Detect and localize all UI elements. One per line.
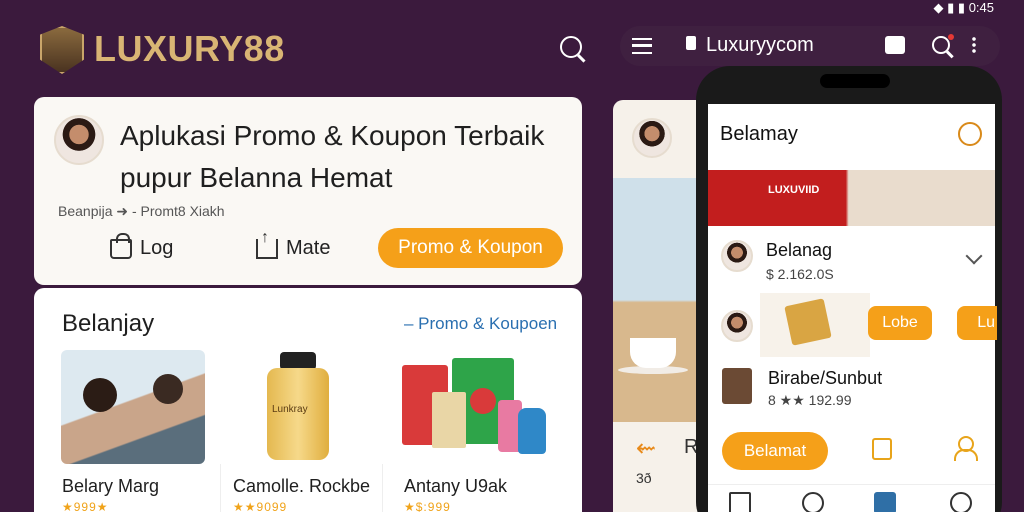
coffee-cup bbox=[630, 338, 676, 368]
list-item-name[interactable]: Belanag bbox=[766, 240, 832, 261]
hero-subtitle: Beanpija ➜ - Promt8 Xiakh bbox=[58, 203, 225, 219]
search-icon[interactable] bbox=[560, 36, 582, 58]
product-box-image bbox=[784, 298, 832, 346]
log-label: Log bbox=[140, 237, 174, 259]
coupon-icon[interactable] bbox=[872, 438, 892, 460]
bottle-label: Lunkray bbox=[272, 404, 308, 415]
hero-title-line2: pupur Belanna Hemat bbox=[120, 162, 393, 193]
product-rating: ★★9099 bbox=[233, 500, 288, 512]
promo-link[interactable]: – Promo & Koupoen bbox=[404, 314, 557, 334]
product-rating: ★999★ bbox=[62, 500, 109, 512]
phone-header-title: Belamay bbox=[720, 123, 798, 145]
more-options-icon[interactable] bbox=[972, 36, 976, 54]
product-name[interactable]: Belary Marg bbox=[62, 476, 159, 497]
mate-button[interactable]: Mate bbox=[256, 229, 331, 260]
home-icon[interactable] bbox=[729, 492, 751, 512]
share-upload-icon bbox=[256, 229, 278, 259]
list-item-price: 8 ★★ 192.99 bbox=[768, 392, 852, 408]
back-arrow-icon[interactable]: ⇜ bbox=[636, 434, 656, 463]
profile-icon[interactable] bbox=[954, 436, 978, 461]
avatar bbox=[632, 118, 672, 158]
product-image-couple[interactable] bbox=[61, 350, 205, 464]
section-title: Belanjay bbox=[62, 310, 155, 337]
avatar bbox=[721, 240, 753, 272]
account-icon[interactable] bbox=[802, 492, 824, 512]
tablet-footer-text: 3ð bbox=[636, 470, 652, 486]
lobe-button[interactable]: Lobe bbox=[868, 306, 932, 340]
cart-icon[interactable] bbox=[874, 492, 896, 512]
log-button[interactable]: Log bbox=[110, 232, 174, 260]
beach-scene-image bbox=[613, 178, 703, 422]
list-item-name[interactable]: Birabe/Sunbut bbox=[768, 368, 882, 389]
mate-label: Mate bbox=[286, 237, 331, 259]
signal-icon: ◆ ▮ ▮ bbox=[933, 0, 966, 15]
list-item-price: $ 2.162.0S bbox=[766, 266, 834, 282]
chat-icon[interactable] bbox=[958, 122, 982, 146]
hamburger-menu-icon[interactable] bbox=[632, 38, 652, 54]
product-thumbnail bbox=[722, 368, 752, 404]
divider bbox=[382, 464, 383, 512]
lock-icon bbox=[686, 36, 696, 50]
shield-crest-icon bbox=[40, 26, 84, 74]
promo-coupon-button[interactable]: Promo & Koupon bbox=[378, 228, 563, 268]
banner-text: LUXUVIID bbox=[768, 184, 820, 196]
lobe-button-secondary[interactable]: Lu bbox=[957, 306, 997, 340]
brand-name: LUXURY88 bbox=[94, 28, 285, 69]
bag-logo bbox=[470, 388, 496, 414]
primary-action-button[interactable]: Belamat bbox=[722, 432, 828, 470]
shopping-bag-icon bbox=[110, 232, 132, 259]
status-bar: ◆ ▮ ▮ 0:45 bbox=[934, 0, 994, 16]
product-box bbox=[432, 392, 466, 448]
browser-search-icon[interactable] bbox=[932, 36, 950, 54]
url-text[interactable]: Luxuryycom bbox=[706, 34, 814, 57]
hero-title-line1: Aplukasi Promo & Koupon Terbaik bbox=[120, 120, 545, 151]
product-name[interactable]: Antany U9ak bbox=[404, 476, 507, 497]
avatar bbox=[54, 115, 104, 165]
promo-banner[interactable] bbox=[708, 170, 995, 226]
person-icon[interactable] bbox=[950, 492, 972, 512]
clock: 0:45 bbox=[968, 0, 994, 15]
product-name[interactable]: Camolle. Rockbe bbox=[233, 476, 370, 497]
notification-dot bbox=[948, 34, 954, 40]
blue-bottle bbox=[518, 408, 546, 454]
share-icon[interactable] bbox=[885, 36, 905, 54]
divider bbox=[220, 464, 221, 512]
hero-title: Aplukasi Promo & Koupon Terbaik pupur Be… bbox=[120, 115, 570, 199]
phone-notch bbox=[820, 74, 890, 88]
avatar bbox=[721, 310, 753, 342]
product-rating: ★$:999 bbox=[404, 500, 451, 512]
